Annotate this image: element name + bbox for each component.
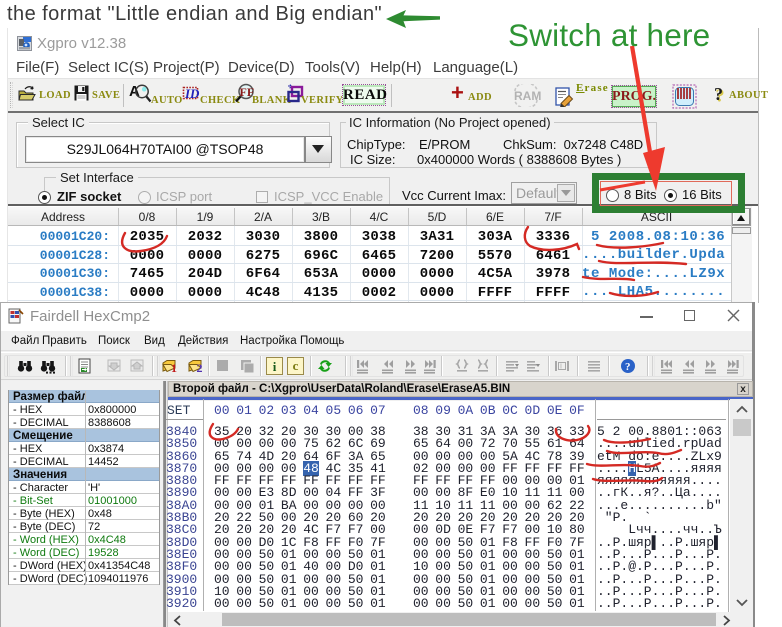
svg-text:1: 1 <box>171 361 177 374</box>
svg-text:RAM: RAM <box>514 89 541 103</box>
svg-text:2: 2 <box>197 361 203 374</box>
svg-text:?: ? <box>625 361 631 373</box>
svg-text:ID: ID <box>184 86 200 101</box>
svg-text:I: I <box>560 364 562 371</box>
